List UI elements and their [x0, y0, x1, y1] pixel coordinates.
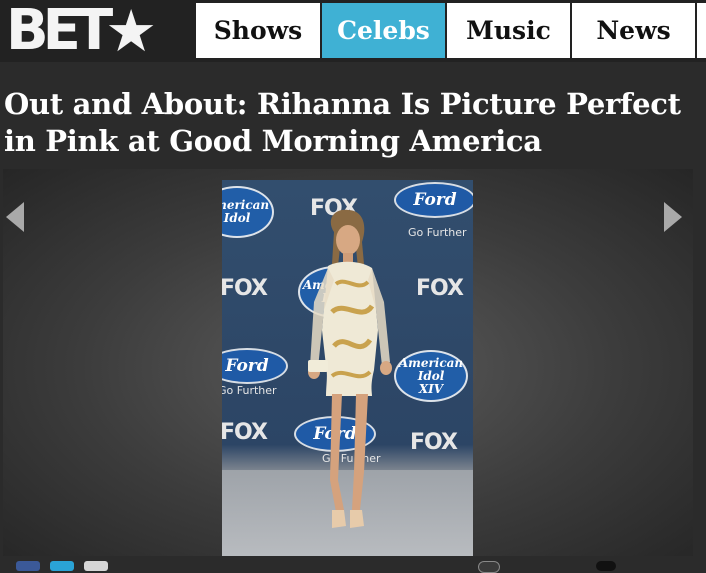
- celebrity-figure: [308, 209, 392, 528]
- nav-tab-news[interactable]: News: [572, 3, 695, 58]
- article-title: Out and About: Rihanna Is Picture Perfec…: [4, 87, 681, 158]
- site-header: BET ★ Shows Celebs Music News: [0, 0, 706, 62]
- email-share-icon[interactable]: [84, 561, 108, 571]
- fullscreen-icon[interactable]: [596, 561, 616, 571]
- star-icon: ★: [105, 0, 158, 65]
- chevron-left-icon[interactable]: [6, 202, 24, 232]
- nav-tab-more[interactable]: [697, 3, 706, 58]
- facebook-share-icon[interactable]: [16, 561, 40, 571]
- nav-tab-celebs[interactable]: Celebs: [322, 3, 445, 58]
- main-nav: Shows Celebs Music News: [196, 3, 706, 58]
- zoom-icon[interactable]: [478, 561, 500, 573]
- gallery-photo: AmericanIdol FOX Ford Go Further FOX Ame…: [222, 180, 473, 558]
- nav-tab-music[interactable]: Music: [447, 3, 570, 58]
- nav-tab-shows[interactable]: Shows: [196, 3, 320, 58]
- twitter-share-icon[interactable]: [50, 561, 74, 571]
- chevron-right-icon[interactable]: [664, 202, 682, 232]
- logo-text: BET: [6, 0, 113, 63]
- bet-logo[interactable]: BET ★: [6, 0, 194, 65]
